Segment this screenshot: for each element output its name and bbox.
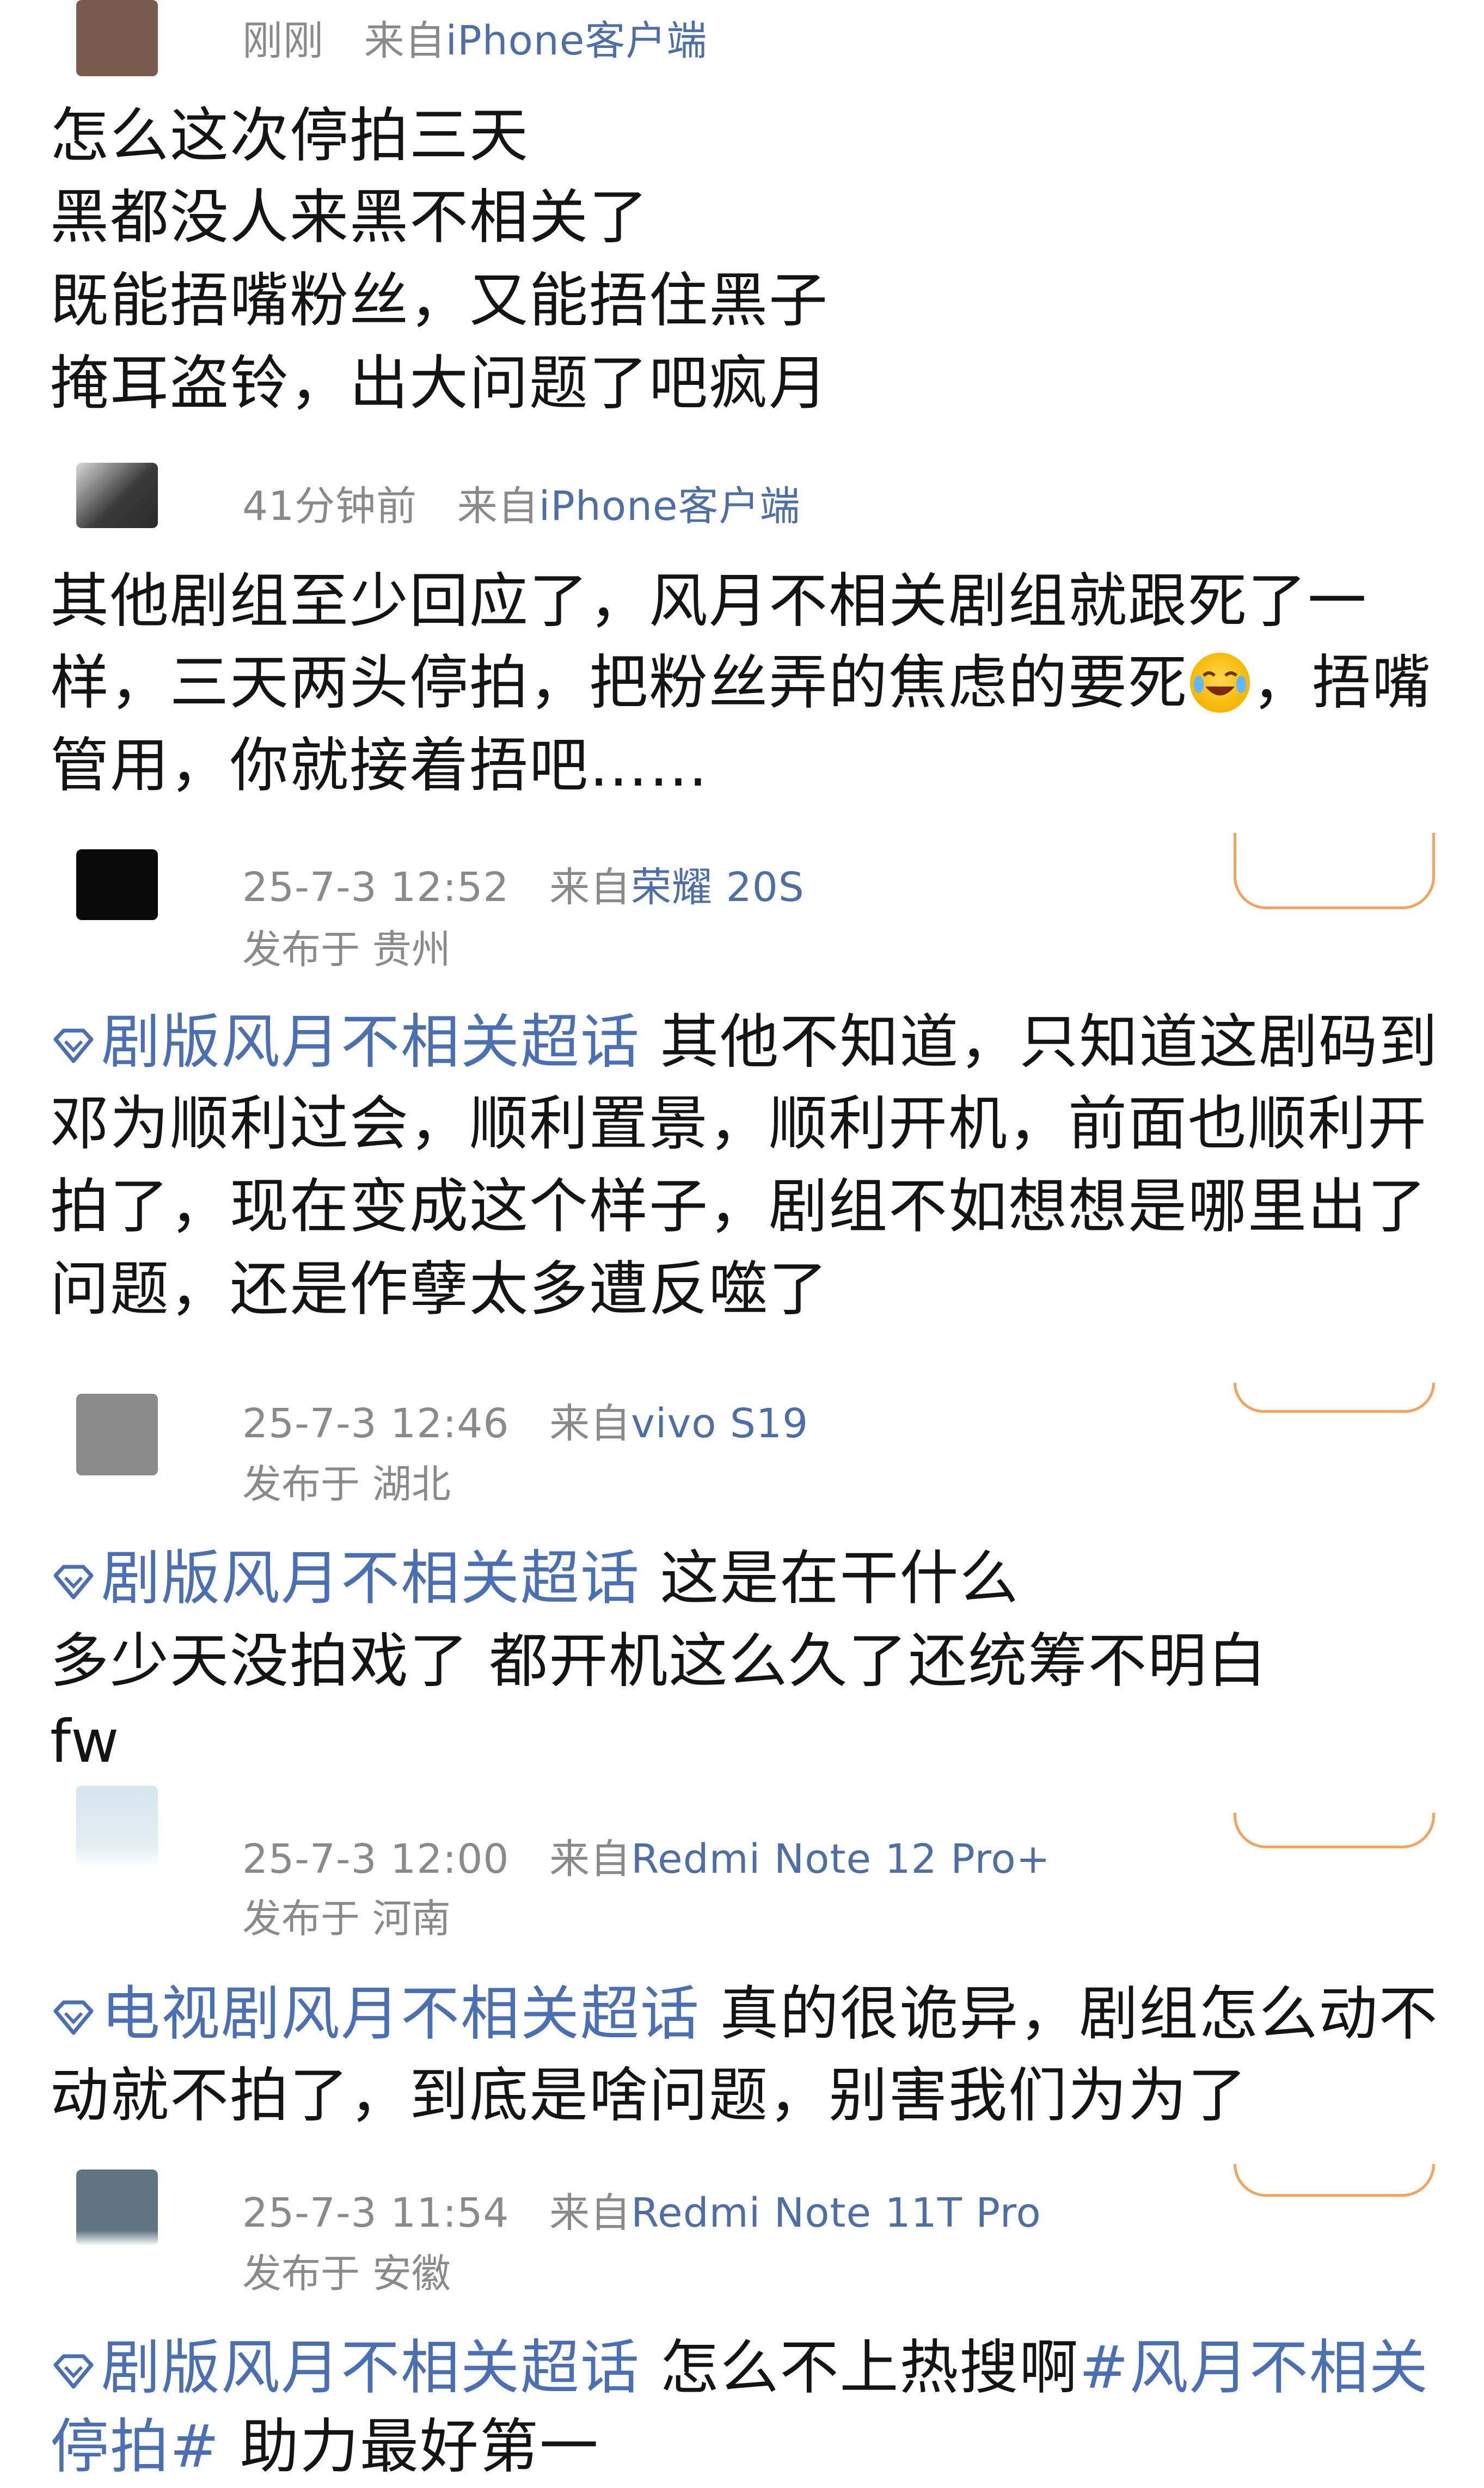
comment-text-line: 剧版风月不相关超话 怎么不上热搜啊#风月不相关 bbox=[50, 2327, 1429, 2409]
topic-label: 剧版风月不相关超话 bbox=[101, 2334, 641, 2402]
avatar[interactable] bbox=[76, 849, 158, 920]
post-location: 发布于 安徽 bbox=[242, 2251, 451, 2296]
topic-label: 剧版风月不相关超话 bbox=[101, 1008, 641, 1076]
client-source-link[interactable]: Redmi Note 11T Pro bbox=[631, 2190, 1041, 2236]
comment-text-line: 拍了，现在变成这个样子，剧组不如想想是哪里出了 bbox=[50, 1173, 1428, 1241]
crying-laughing-emoji bbox=[1190, 653, 1250, 713]
follow-button[interactable] bbox=[1234, 833, 1435, 909]
from-label: 来自 bbox=[549, 1400, 631, 1447]
hashtag-link[interactable]: #风月不相关 bbox=[1079, 2334, 1429, 2402]
client-source-link[interactable]: Redmi Note 12 Pro+ bbox=[631, 1836, 1051, 1883]
comment-text-segment: 助力最好第一 bbox=[240, 2413, 599, 2481]
post-time: 25-7-3 11:54 bbox=[242, 2190, 510, 2236]
comment-text-segment: ，捂嘴 bbox=[1252, 649, 1432, 717]
avatar[interactable] bbox=[76, 1394, 158, 1475]
client-source-link[interactable]: vivo S19 bbox=[631, 1400, 808, 1447]
comment-text-segment: 其他不知道，只知道这剧码到 bbox=[660, 1008, 1439, 1076]
topic-link[interactable]: 剧版风月不相关超话 bbox=[50, 1008, 640, 1076]
post-meta: 41分钟前 来自iPhone客户端 bbox=[242, 474, 801, 532]
avatar[interactable] bbox=[76, 2170, 158, 2246]
avatar[interactable] bbox=[76, 463, 158, 528]
comment-text-line: 邓为顺利过会，顺利置景，顺利开机，前面也顺利开 bbox=[50, 1090, 1428, 1158]
comment-text-line: 怎么这次停拍三天 bbox=[50, 102, 530, 170]
client-source-link[interactable]: iPhone客户端 bbox=[446, 17, 708, 64]
post-time: 41分钟前 bbox=[242, 483, 418, 530]
follow-button[interactable] bbox=[1234, 1813, 1435, 1848]
comment-text-line: 动就不拍了，到底是啥问题，别害我们为为了 bbox=[50, 2062, 1248, 2130]
diamond-icon bbox=[53, 2000, 94, 2035]
follow-button[interactable] bbox=[1234, 2164, 1435, 2197]
diamond-icon bbox=[53, 1565, 94, 1600]
post-meta: 刚刚 来自iPhone客户端 bbox=[242, 8, 707, 66]
post-time: 25-7-3 12:46 bbox=[242, 1400, 510, 1447]
comment-text-line: 电视剧风月不相关超话 真的很诡异，剧组怎么动不 bbox=[50, 1974, 1438, 2055]
from-label: 来自 bbox=[549, 1836, 631, 1883]
comment-text-line: 管用，你就接着捂吧…… bbox=[50, 732, 709, 800]
comment-text-line: 多少天没拍戏了 都开机这么久了还统筹不明白 bbox=[50, 1627, 1268, 1695]
topic-link[interactable]: 电视剧风月不相关超话 bbox=[50, 1980, 700, 2048]
from-label: 来自 bbox=[549, 2190, 631, 2236]
from-label: 来自 bbox=[549, 864, 631, 911]
comment-text-line: 停拍# 助力最好第一 bbox=[50, 2406, 599, 2488]
diamond-icon bbox=[53, 1028, 94, 1063]
comment-text-line: 剧版风月不相关超话 这是在干什么 bbox=[50, 1538, 1019, 1620]
topic-link[interactable]: 剧版风月不相关超话 bbox=[50, 1545, 640, 1613]
client-source-link[interactable]: 荣耀 20S bbox=[631, 864, 805, 911]
post-time: 刚刚 bbox=[242, 17, 324, 64]
post-location: 发布于 贵州 bbox=[242, 927, 451, 972]
comment-text-line: 掩耳盗铃，出大问题了吧疯月 bbox=[50, 350, 829, 418]
comment-text-line: 黑都没人来黑不相关了 bbox=[50, 183, 649, 252]
comment-text-line: fw bbox=[50, 1708, 120, 1776]
comment-text-line: 既能捂嘴粉丝，又能捂住黑子 bbox=[50, 267, 829, 335]
client-source-link[interactable]: iPhone客户端 bbox=[539, 483, 801, 530]
post-meta: 25-7-3 12:00 来自Redmi Note 12 Pro+ bbox=[242, 1827, 1051, 1885]
post-meta: 25-7-3 12:46 来自vivo S19 bbox=[242, 1391, 808, 1449]
avatar[interactable] bbox=[76, 0, 158, 76]
comment-text-line: 其他剧组至少回应了，风月不相关剧组就跟死了一 bbox=[50, 567, 1368, 635]
post-location: 发布于 湖北 bbox=[242, 1461, 451, 1507]
comment-text-line: 剧版风月不相关超话 其他不知道，只知道这剧码到 bbox=[50, 1002, 1438, 1083]
topic-label: 剧版风月不相关超话 bbox=[101, 1545, 641, 1613]
topic-label: 电视剧风月不相关超话 bbox=[101, 1980, 701, 2048]
comment-text-segment: 真的很诡异，剧组怎么动不 bbox=[720, 1980, 1439, 2048]
topic-link[interactable]: 剧版风月不相关超话 bbox=[50, 2334, 640, 2402]
comment-text-segment: 样，三天两头停拍，把粉丝弄的焦虑的要死 bbox=[50, 649, 1188, 717]
comment-text-line: 样，三天两头停拍，把粉丝弄的焦虑的要死 ，捂嘴 bbox=[50, 642, 1432, 724]
post-meta: 25-7-3 11:54 来自Redmi Note 11T Pro bbox=[242, 2180, 1041, 2239]
post-location: 发布于 河南 bbox=[242, 1896, 451, 1941]
avatar[interactable] bbox=[76, 1786, 158, 1867]
post-time: 25-7-3 12:00 bbox=[242, 1836, 510, 1883]
hashtag-link[interactable]: 停拍# bbox=[50, 2413, 220, 2481]
comment-text-line: 问题，还是作孽太多遭反噬了 bbox=[50, 1255, 829, 1323]
follow-button[interactable] bbox=[1234, 1383, 1435, 1413]
comment-text-segment: 这是在干什么 bbox=[660, 1545, 1020, 1613]
post-time: 25-7-3 12:52 bbox=[242, 864, 510, 911]
from-label: 来自 bbox=[457, 483, 539, 530]
comment-text-segment: 怎么不上热搜啊 bbox=[660, 2334, 1080, 2402]
post-meta: 25-7-3 12:52 来自荣耀 20S bbox=[242, 855, 805, 913]
diamond-icon bbox=[53, 2354, 94, 2389]
from-label: 来自 bbox=[364, 17, 446, 64]
